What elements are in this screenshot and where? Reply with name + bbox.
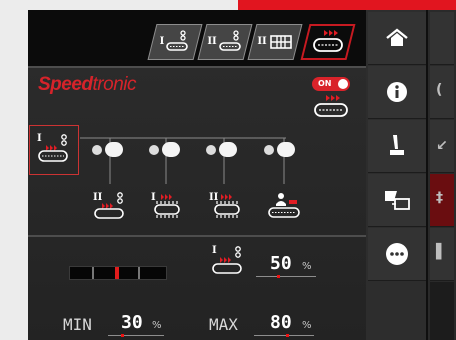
info-button[interactable] bbox=[368, 66, 426, 119]
node-dot bbox=[264, 145, 274, 155]
slider-tick bbox=[138, 267, 140, 279]
brand-accent-strip bbox=[238, 0, 456, 10]
screen-switch-icon bbox=[385, 191, 410, 210]
speed-unit: % bbox=[302, 261, 312, 272]
logo-bold: Speed bbox=[38, 74, 93, 95]
toggle-knob bbox=[338, 79, 348, 89]
secondary-nav-cell[interactable] bbox=[430, 12, 454, 65]
speed-underline bbox=[256, 276, 316, 277]
dual-belt-icon bbox=[269, 35, 292, 49]
single-belt-sensor-icon bbox=[166, 30, 189, 51]
home-button[interactable] bbox=[368, 12, 426, 65]
speedtronic-logo: Speedtronic bbox=[38, 74, 137, 96]
secondary-nav-cell[interactable]: ↙ bbox=[430, 120, 454, 173]
operator-belt-icon[interactable] bbox=[267, 192, 301, 220]
max-marker bbox=[286, 334, 289, 337]
secondary-nav-cell bbox=[430, 282, 454, 340]
min-value[interactable]: 30 bbox=[121, 312, 143, 333]
slider-indicator bbox=[115, 267, 119, 279]
spiked-belt-arrows-icon[interactable] bbox=[152, 192, 184, 220]
belt-arrows-icon bbox=[313, 30, 343, 52]
joystick-icon bbox=[390, 135, 404, 155]
max-underline bbox=[254, 335, 314, 336]
tab-speedtronic[interactable] bbox=[300, 24, 356, 60]
node-dot bbox=[149, 145, 159, 155]
more-icon bbox=[386, 243, 408, 265]
section-divider bbox=[28, 235, 366, 237]
chain-link-icon bbox=[219, 142, 237, 157]
speed-value[interactable]: 50 bbox=[270, 253, 292, 274]
tab-roman: I bbox=[159, 36, 165, 47]
partial-icon: ( bbox=[436, 82, 443, 98]
node-dot bbox=[206, 145, 216, 155]
belt-arrows-icon bbox=[314, 95, 348, 117]
tab-roman: II bbox=[257, 36, 267, 47]
chain-link-icon bbox=[162, 142, 180, 157]
speed-position-slider[interactable] bbox=[69, 266, 167, 280]
min-marker bbox=[121, 334, 124, 337]
spiked-belt-arrows-icon[interactable] bbox=[212, 192, 244, 220]
tab-belt-dual[interactable]: II bbox=[247, 24, 303, 60]
secondary-nav-cell[interactable]: ▌ bbox=[430, 228, 454, 281]
min-underline bbox=[108, 335, 164, 336]
min-unit: % bbox=[152, 320, 162, 331]
home-icon bbox=[386, 28, 408, 46]
max-label: MAX bbox=[209, 315, 238, 334]
slider-tick bbox=[92, 267, 94, 279]
control-screen: I II II Speedtronic ON I II I II I 50 % … bbox=[28, 10, 456, 340]
chain-link-icon bbox=[277, 142, 295, 157]
max-value[interactable]: 80 bbox=[270, 312, 292, 333]
chain-connector-lines bbox=[80, 137, 286, 184]
belt-sensor-arrows-icon bbox=[212, 246, 242, 274]
info-icon bbox=[387, 82, 407, 102]
partial-icon: ‡ bbox=[436, 190, 443, 206]
joystick-button[interactable] bbox=[368, 120, 426, 173]
tab-belt-2[interactable]: II bbox=[197, 24, 253, 60]
single-belt-sensor-icon bbox=[218, 30, 241, 51]
side-nav bbox=[366, 10, 428, 340]
belt-sensor-arrows-icon[interactable] bbox=[94, 192, 128, 220]
screen-switch-button[interactable] bbox=[368, 174, 426, 227]
partial-icon: ▌ bbox=[436, 244, 447, 260]
speed-marker bbox=[277, 275, 280, 278]
max-unit: % bbox=[302, 320, 312, 331]
tab-roman: II bbox=[207, 36, 217, 47]
toggle-label: ON bbox=[318, 79, 332, 88]
node-dot bbox=[92, 145, 102, 155]
secondary-nav-cell[interactable]: ( bbox=[430, 66, 454, 119]
mode-tab-bar: I II II bbox=[28, 10, 366, 66]
secondary-nav: ( ↙ ‡ ▌ bbox=[428, 10, 456, 340]
logo-light: tronic bbox=[92, 74, 137, 95]
top-divider bbox=[28, 66, 366, 68]
min-label: MIN bbox=[63, 315, 92, 334]
chain-link-icon bbox=[105, 142, 123, 157]
partial-icon: ↙ bbox=[436, 138, 448, 154]
tab-belt-1[interactable]: I bbox=[147, 24, 203, 60]
speedtronic-toggle[interactable]: ON bbox=[312, 77, 350, 91]
secondary-nav-cell-active[interactable]: ‡ bbox=[430, 174, 454, 227]
more-button[interactable] bbox=[368, 228, 426, 281]
